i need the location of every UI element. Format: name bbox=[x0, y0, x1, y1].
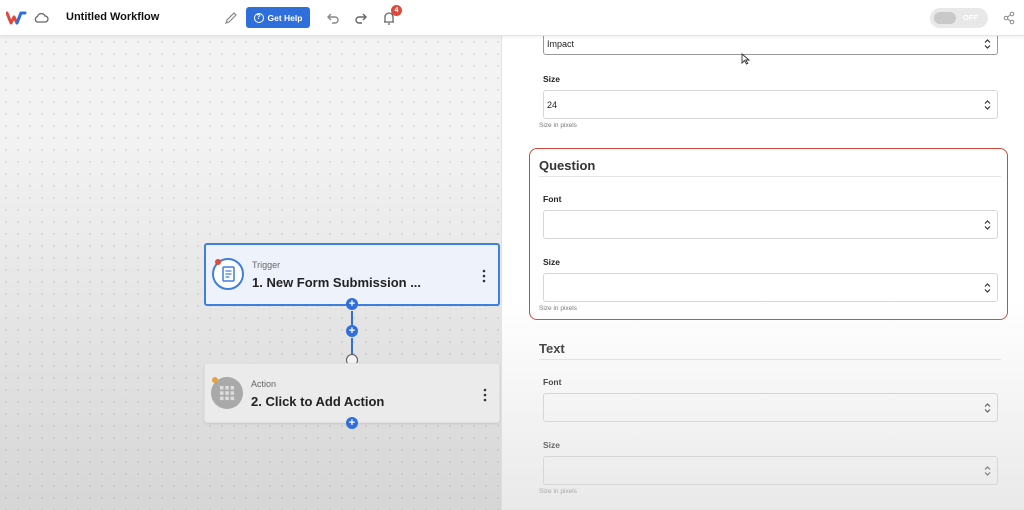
top-bar: Untitled Workflow ? Get Help 4 OFF bbox=[0, 0, 1024, 36]
status-dot bbox=[212, 377, 218, 383]
notification-badge: 4 bbox=[391, 5, 402, 16]
kebab-menu-icon[interactable] bbox=[483, 388, 487, 402]
question-highlight-box bbox=[529, 148, 1008, 320]
toggle-label: OFF bbox=[963, 13, 978, 22]
select-arrows-icon bbox=[984, 39, 991, 49]
cloud-icon[interactable] bbox=[33, 11, 49, 25]
undo-icon[interactable] bbox=[326, 11, 340, 25]
connector-line bbox=[351, 311, 353, 325]
select-arrows-icon bbox=[984, 100, 991, 110]
text-font-select[interactable] bbox=[543, 393, 998, 422]
title-size-value: 24 bbox=[547, 100, 558, 110]
workflow-title[interactable]: Untitled Workflow bbox=[66, 11, 159, 23]
add-step-button[interactable]: + bbox=[346, 417, 358, 429]
action-node[interactable]: Action 2. Click to Add Action bbox=[204, 363, 500, 423]
kebab-menu-icon[interactable] bbox=[482, 269, 486, 283]
title-font-value: Impact bbox=[547, 39, 575, 49]
add-step-button[interactable]: + bbox=[346, 298, 358, 310]
toggle-knob bbox=[934, 12, 956, 24]
text-size-select[interactable] bbox=[543, 456, 998, 485]
logo-icon[interactable] bbox=[6, 10, 28, 26]
status-dot bbox=[215, 259, 221, 265]
workflow-toggle[interactable]: OFF bbox=[930, 8, 988, 28]
pencil-icon[interactable] bbox=[224, 11, 238, 25]
action-kind: Action bbox=[251, 379, 277, 389]
share-icon[interactable] bbox=[1003, 11, 1015, 25]
get-help-label: Get Help bbox=[267, 12, 303, 23]
cursor-icon bbox=[741, 53, 750, 65]
title-size-label: Size bbox=[543, 74, 561, 84]
action-name: 2. Click to Add Action bbox=[251, 394, 385, 409]
trigger-kind: Trigger bbox=[252, 260, 281, 270]
text-size-hint: Size in pixels bbox=[539, 488, 577, 495]
get-help-button[interactable]: ? Get Help bbox=[246, 7, 310, 28]
trigger-name: 1. New Form Submission ... bbox=[252, 275, 422, 290]
connector-line bbox=[351, 338, 353, 354]
title-size-select[interactable]: 24 bbox=[543, 90, 998, 119]
select-arrows-icon bbox=[984, 403, 991, 413]
select-arrows-icon bbox=[984, 466, 991, 476]
help-icon: ? bbox=[253, 12, 264, 23]
section-divider bbox=[539, 359, 1001, 360]
trigger-node[interactable]: Trigger 1. New Form Submission ... bbox=[204, 243, 500, 306]
title-size-hint: Size in pixels bbox=[539, 122, 577, 129]
redo-icon[interactable] bbox=[354, 11, 368, 25]
text-font-label: Font bbox=[543, 377, 562, 387]
add-step-button[interactable]: + bbox=[346, 325, 358, 337]
text-size-label: Size bbox=[543, 440, 561, 450]
text-section-title: Text bbox=[539, 341, 565, 356]
